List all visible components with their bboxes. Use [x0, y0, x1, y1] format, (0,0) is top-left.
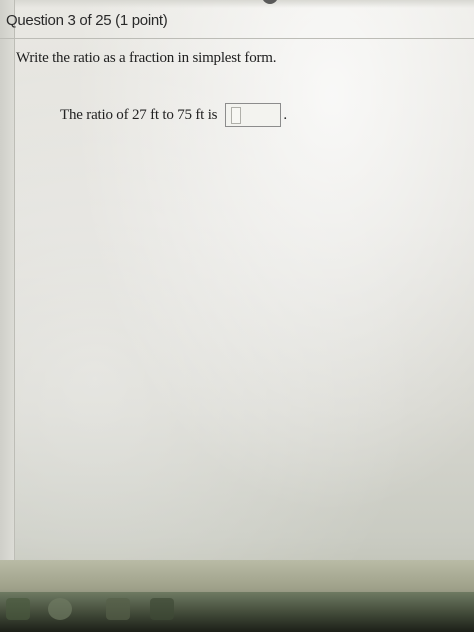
browser-icon[interactable]: [48, 598, 72, 620]
window-top-edge: [0, 0, 474, 8]
question-instruction: Write the ratio as a fraction in simples…: [16, 50, 277, 66]
answer-input[interactable]: [225, 103, 282, 127]
answer-prompt: The ratio of 27 ft to 75 ft is: [60, 106, 218, 123]
start-icon[interactable]: [6, 598, 30, 620]
fraction-slot[interactable]: [231, 107, 242, 124]
question-header: Question 3 of 25 (1 point): [6, 12, 168, 29]
app-icon[interactable]: [106, 598, 130, 620]
folder-icon[interactable]: [150, 598, 174, 620]
answer-period: .: [283, 106, 288, 123]
left-sidebar-edge: [0, 0, 15, 560]
screen-background: [0, 0, 474, 632]
answer-row: The ratio of 27 ft to 75 ft is .: [60, 103, 287, 127]
header-divider: [0, 38, 474, 39]
